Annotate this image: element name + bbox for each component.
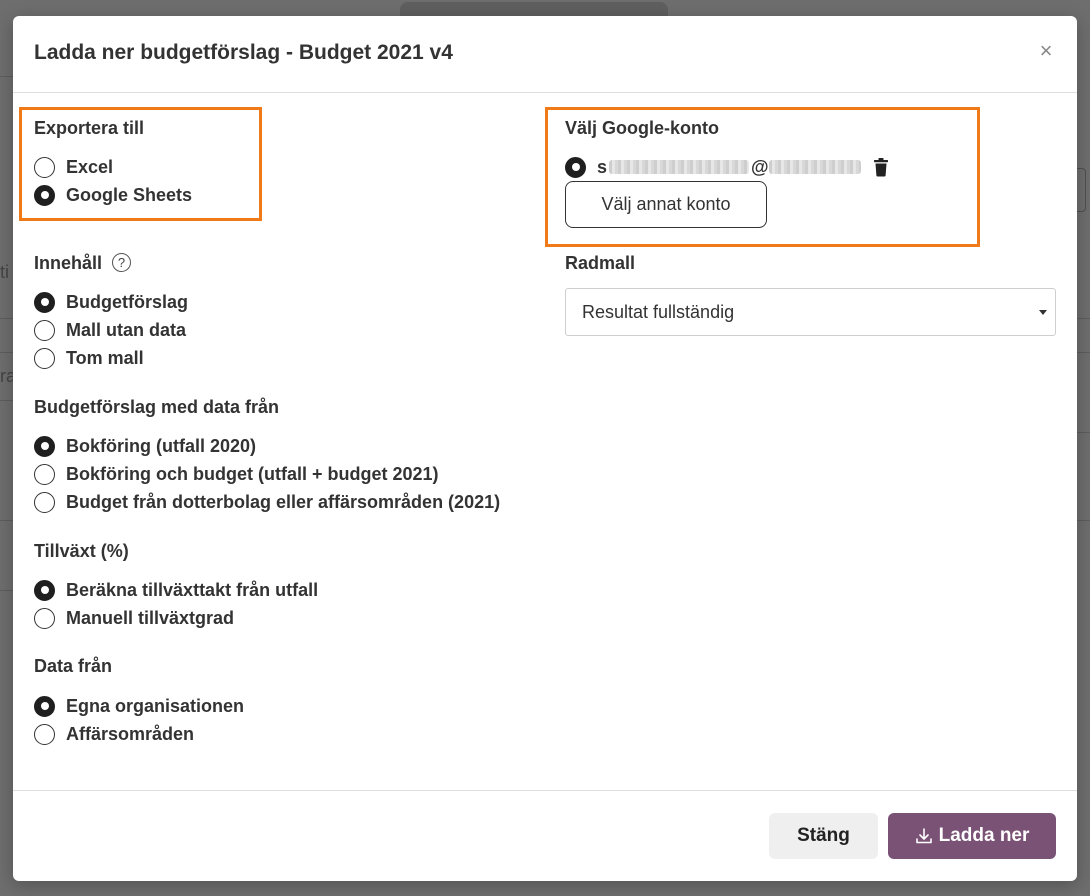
radio-button[interactable] (34, 607, 55, 629)
radio-manual-growth[interactable]: Manuell tillväxtgrad (34, 605, 234, 631)
close-button[interactable]: Stäng (769, 813, 878, 859)
radio-label: Manuell tillväxtgrad (66, 607, 235, 628)
radio-business-areas[interactable]: Affärsområden (34, 721, 194, 747)
radio-label: Tom mall (66, 347, 144, 368)
radio-subsidiary-budget[interactable]: Budget från dotterbolag eller affärsområ… (34, 489, 500, 515)
radio-bookkeeping[interactable]: Bokföring (utfall 2020) (34, 433, 256, 459)
data-source-label: Budgetförslag med data från (34, 397, 280, 417)
google-account-label: Välj Google-konto (565, 118, 720, 138)
radio-google-sheets[interactable]: Google Sheets (34, 182, 192, 208)
radio-label: Mall utan data (66, 319, 187, 340)
radio-button[interactable] (34, 579, 55, 601)
radio-calculate-growth[interactable]: Beräkna tillväxttakt från utfall (34, 577, 318, 603)
radio-button[interactable] (34, 435, 55, 457)
growth-label: Tillväxt (%) (34, 541, 129, 561)
background-text: ti (0, 262, 9, 282)
radio-button[interactable] (34, 156, 55, 178)
background-field (1076, 168, 1086, 212)
radio-button[interactable] (565, 156, 586, 178)
dialog-title: Ladda ner budgetförslag - Budget 2021 v4 (34, 41, 453, 64)
radio-label: Egna organisationen (66, 695, 245, 716)
radio-empty-template[interactable]: Tom mall (34, 345, 144, 371)
radio-button[interactable] (34, 463, 55, 485)
radio-label: Budgetförslag (66, 291, 189, 312)
radio-button[interactable] (34, 291, 55, 313)
background-divider (0, 590, 14, 591)
background-divider (1076, 432, 1090, 433)
close-icon[interactable]: × (1035, 38, 1057, 64)
radio-template-no-data[interactable]: Mall utan data (34, 317, 186, 343)
radio-label: Budget från dotterbolag eller affärsområ… (66, 491, 501, 512)
radio-button[interactable] (34, 184, 55, 206)
download-dialog: Ladda ner budgetförslag - Budget 2021 v4… (13, 16, 1077, 881)
download-button[interactable]: Ladda ner (888, 813, 1056, 859)
radio-label: Beräkna tillväxttakt från utfall (66, 579, 319, 600)
data-from-label: Data från (34, 656, 113, 676)
help-icon[interactable]: ? (112, 253, 132, 272)
radio-excel[interactable]: Excel (34, 154, 113, 180)
background-divider (1076, 318, 1090, 319)
footer-divider (13, 790, 1077, 791)
account-email: s @ (597, 157, 867, 177)
content-label: Innehåll (34, 253, 103, 273)
content-label-row: Innehåll? (34, 253, 132, 274)
choose-other-account-button[interactable]: Välj annat konto (565, 181, 767, 228)
background-divider (0, 400, 14, 401)
radio-button[interactable] (34, 695, 55, 717)
radio-button[interactable] (34, 347, 55, 369)
radio-label: Bokföring (utfall 2020) (66, 435, 257, 456)
radio-bookkeeping-and-budget[interactable]: Bokföring och budget (utfall + budget 20… (34, 461, 439, 487)
radio-button[interactable] (34, 319, 55, 341)
account-option[interactable]: s @ (565, 154, 889, 180)
radio-button[interactable] (34, 723, 55, 745)
background-divider (0, 318, 14, 319)
caret-down-icon (1039, 310, 1047, 315)
row-template-select[interactable]: Resultat fullständig (565, 288, 1056, 336)
export-label: Exportera till (34, 118, 145, 138)
background-divider (1076, 520, 1090, 521)
radio-own-organisation[interactable]: Egna organisationen (34, 693, 244, 719)
radio-budget-proposal[interactable]: Budgetförslag (34, 289, 188, 315)
radio-label: Google Sheets (66, 184, 193, 205)
trash-icon[interactable] (873, 157, 889, 177)
radio-label: Excel (66, 156, 114, 177)
radio-button[interactable] (34, 491, 55, 513)
row-template-value: Resultat fullständig (582, 301, 735, 322)
download-icon (915, 828, 932, 844)
radio-label: Bokföring och budget (utfall + budget 20… (66, 463, 439, 484)
dialog-header: Ladda ner budgetförslag - Budget 2021 v4… (13, 16, 1077, 93)
radio-label: Affärsområden (66, 723, 195, 744)
background-divider (0, 352, 14, 353)
background-divider (0, 520, 14, 521)
background-divider (0, 76, 14, 77)
row-template-label: Radmall (565, 253, 636, 273)
download-button-label: Ladda ner (938, 825, 1030, 846)
background-divider (1076, 352, 1090, 353)
